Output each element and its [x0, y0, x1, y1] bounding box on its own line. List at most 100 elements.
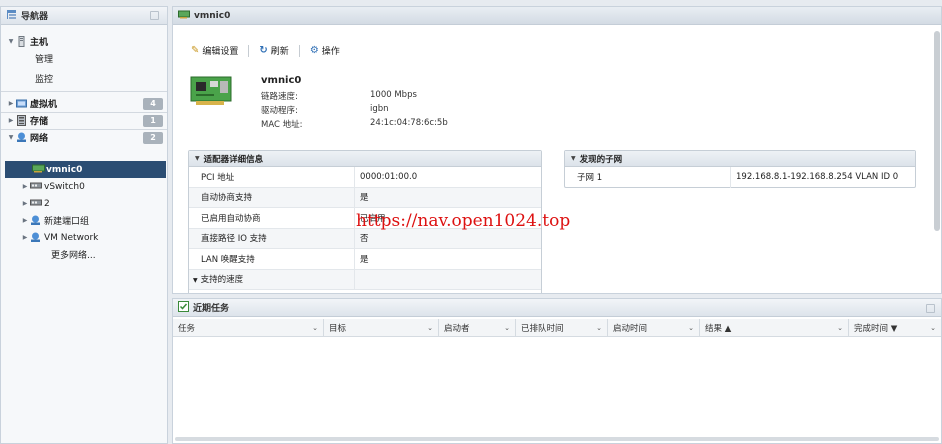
vm-count-badge: 4 — [143, 98, 163, 110]
tree-item-vms-label: 虚拟机 — [30, 100, 58, 110]
collapse-navigator-button[interactable] — [150, 11, 159, 20]
tree-item-vm-network[interactable]: ▶ VM Network — [21, 229, 167, 246]
column-task[interactable]: 任务 ⌄ — [173, 319, 324, 337]
refresh-button[interactable]: ↻ 刷新 — [259, 44, 288, 57]
chevron-down-icon[interactable]: ⌄ — [837, 324, 843, 332]
tree-item-storage[interactable]: ▶ 存储 1 — [7, 112, 167, 129]
column-queued-time[interactable]: 已排队时间 ⌄ — [516, 319, 608, 337]
tree-item-host-label: 主机 — [30, 38, 49, 48]
column-result[interactable]: 结果 ▲ ⌄ — [700, 319, 849, 337]
nic-name: vmnic0 — [261, 75, 302, 86]
chevron-down-icon[interactable]: ⌄ — [596, 324, 602, 332]
chevron-down-icon[interactable]: ⌄ — [504, 324, 510, 332]
collapse-tasks-button[interactable] — [926, 304, 935, 313]
tree-item-switch-2-label: 2 — [44, 198, 50, 209]
tree-item-monitor[interactable]: 监控 — [35, 70, 167, 87]
nic-card-image — [190, 75, 232, 109]
collapse-arrow-icon: ▼ — [195, 155, 200, 162]
tree-item-storage-label: 存储 — [30, 117, 49, 127]
table-row: 自动协商支持 是 — [189, 187, 541, 208]
column-initiator[interactable]: 启动者 ⌄ — [439, 319, 516, 337]
tree-item-host[interactable]: ▼ 主机 — [7, 33, 167, 50]
subnets-title: 发现的子网 — [579, 154, 623, 165]
expand-arrow-icon[interactable]: ▶ — [21, 234, 29, 241]
tree-item-switch-2[interactable]: ▶ 2 — [21, 195, 167, 212]
actions-button[interactable]: ⚙ 操作 — [310, 44, 340, 57]
expand-arrow-icon[interactable]: ▶ — [7, 100, 15, 107]
wake-on-lan-value: 是 — [360, 254, 369, 265]
directpath-io-value: 否 — [360, 234, 369, 245]
navigator-header: 导航器 — [1, 7, 167, 25]
navigator-title: 导航器 — [21, 12, 49, 22]
adapter-details-title: 适配器详细信息 — [203, 154, 264, 165]
table-row[interactable]: ▼ 支持的速度 — [189, 269, 541, 290]
main-title: vmnic0 — [194, 10, 231, 21]
tree-item-manage-label: 管理 — [35, 55, 54, 65]
chevron-down-icon[interactable]: ⌄ — [688, 324, 694, 332]
tree-item-vmnic0[interactable]: vmnic0 — [5, 161, 166, 178]
directpath-io-key: 直接路径 IO 支持 — [201, 234, 267, 245]
horizontal-scrollbar[interactable] — [175, 437, 939, 441]
network-icon — [16, 132, 27, 143]
tasks-table-header: 任务 ⌄ 目标 ⌄ 启动者 ⌄ 已排队时间 ⌄ 启动时间 ⌄ 结果 ▲ ⌄ 完成时间 ▼ ⌄ — [173, 319, 941, 337]
subnets-header[interactable]: ▼ 发现的子网 — [565, 151, 915, 167]
chevron-down-icon[interactable]: ⌄ — [312, 324, 318, 332]
chevron-down-icon[interactable]: ⌄ — [427, 324, 433, 332]
vm-icon — [16, 98, 27, 109]
expand-arrow-icon[interactable]: ▶ — [21, 200, 29, 207]
adapter-details-header[interactable]: ▼ 适配器详细信息 — [189, 151, 541, 167]
tree-item-vswitch0[interactable]: ▶ vSwitch0 — [21, 178, 167, 195]
tree-item-vswitch0-label: vSwitch0 — [44, 181, 85, 192]
table-row: LAN 唤醒支持 是 — [189, 249, 541, 270]
tree-item-more-networks[interactable]: 更多网络... — [51, 246, 167, 263]
tree-item-vmnic0-label: vmnic0 — [46, 164, 83, 175]
tree-item-monitor-label: 监控 — [35, 75, 54, 85]
nic-icon — [178, 10, 190, 22]
storage-icon — [16, 115, 27, 126]
tree-item-network[interactable]: ▼ 网络 2 — [7, 129, 167, 146]
driver-label: 驱动程序: — [261, 106, 298, 116]
tree-item-manage[interactable]: 管理 — [35, 50, 167, 67]
tree-item-new-portgroup-label: 新建端口组 — [44, 217, 90, 227]
nic-icon — [32, 164, 45, 175]
portgroup-icon — [30, 215, 41, 226]
supported-speeds-key: ▼ 支持的速度 — [193, 275, 244, 286]
host-icon — [16, 36, 27, 47]
main-header: vmnic0 — [173, 7, 941, 25]
switch-icon — [30, 181, 42, 192]
table-row: 直接路径 IO 支持 否 — [189, 228, 541, 249]
table-row: 子网 1 192.168.8.1-192.168.8.254 VLAN ID 0 — [565, 167, 915, 188]
toolbar-separator — [298, 44, 300, 57]
expand-arrow-icon[interactable]: ▼ — [7, 38, 15, 45]
watermark-text: https://nav.open1024.top — [356, 211, 571, 231]
tree-item-vm-network-label: VM Network — [44, 232, 99, 243]
expand-arrow-icon[interactable]: ▶ — [7, 117, 15, 124]
column-start-time[interactable]: 启动时间 ⌄ — [608, 319, 700, 337]
column-target[interactable]: 目标 ⌄ — [324, 319, 439, 337]
autoneg-support-key: 自动协商支持 — [201, 193, 253, 204]
column-completion-time[interactable]: 完成时间 ▼ ⌄ — [849, 319, 941, 337]
navigator-icon — [6, 9, 17, 23]
tasks-icon — [178, 300, 189, 315]
subnet-value: 192.168.8.1-192.168.8.254 VLAN ID 0 — [736, 172, 899, 183]
link-speed-value: 1000 Mbps — [370, 90, 417, 100]
expand-arrow-icon[interactable]: ▶ — [21, 183, 29, 190]
edit-settings-button[interactable]: ✎ 编辑设置 — [191, 44, 238, 57]
mac-address-label: MAC 地址: — [261, 120, 303, 130]
expand-arrow-icon[interactable]: ▼ — [7, 134, 15, 141]
tree-item-more-networks-label: 更多网络... — [51, 251, 96, 261]
driver-value: igbn — [370, 104, 389, 114]
divider — [1, 91, 167, 92]
tree-item-vms[interactable]: ▶ 虚拟机 4 — [7, 95, 167, 112]
chevron-down-icon[interactable]: ⌄ — [930, 324, 936, 332]
table-row: PCI 地址 0000:01:00.0 — [189, 167, 541, 188]
pci-address-value: 0000:01:00.0 — [360, 171, 418, 182]
collapse-arrow-icon: ▼ — [571, 155, 576, 162]
toolbar: ✎ 编辑设置 ↻ 刷新 ⚙ 操作 — [191, 44, 350, 57]
expand-arrow-icon[interactable]: ▶ — [21, 217, 29, 224]
vertical-scrollbar[interactable] — [934, 31, 940, 231]
main-panel: vmnic0 ✎ 编辑设置 ↻ 刷新 ⚙ 操作 vmnic0 链路速度: 100… — [172, 6, 942, 294]
tree-item-new-portgroup[interactable]: ▶ 新建端口组 — [21, 212, 167, 229]
edit-settings-label: 编辑设置 — [202, 47, 239, 57]
pencil-icon: ✎ — [191, 45, 200, 56]
